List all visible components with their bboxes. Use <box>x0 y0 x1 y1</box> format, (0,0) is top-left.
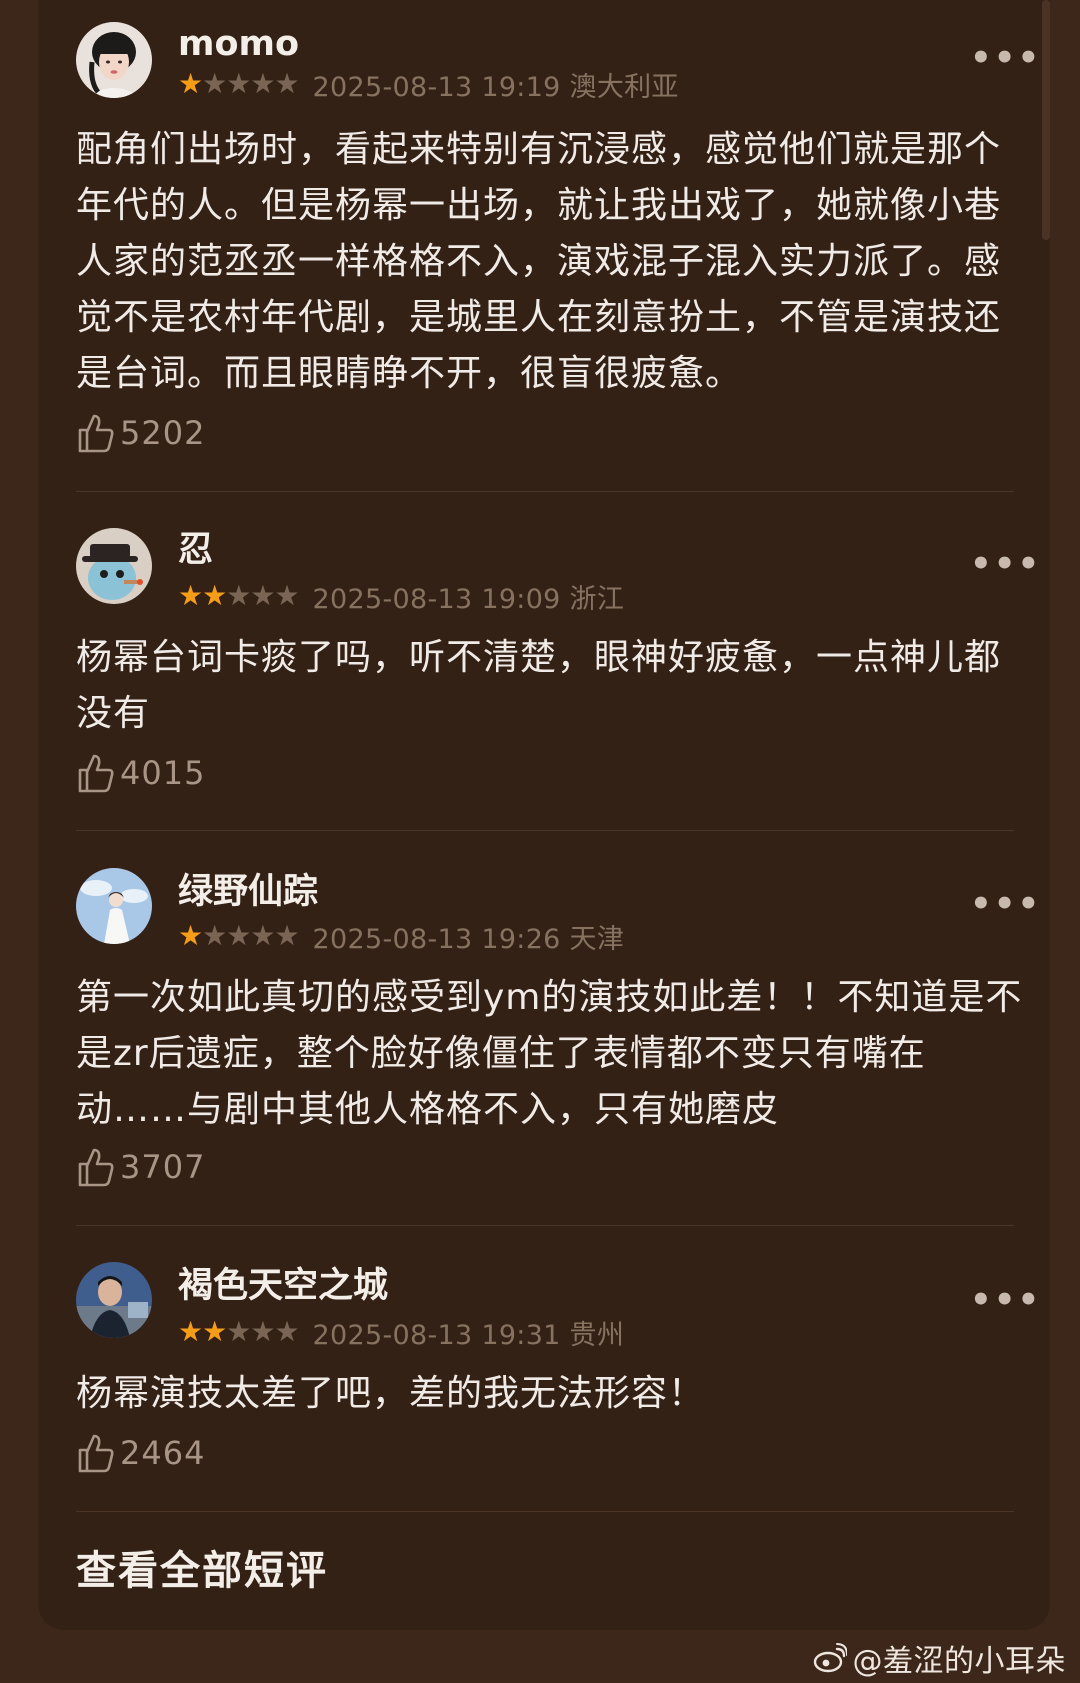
star-filled-icon: ★ <box>178 1315 204 1348</box>
thumbs-up-icon <box>76 1146 120 1188</box>
divider <box>76 491 1014 492</box>
divider <box>76 1511 1014 1512</box>
short-review-panel: momo ★ ★ ★ ★ ★ 2025-08-13 19:19 澳大利亚 ••• 配角们… <box>38 0 1050 1630</box>
star-filled-icon: ★ <box>202 1315 228 1348</box>
scrollbar[interactable] <box>1042 0 1050 240</box>
avatar-photo-woman <box>76 22 152 98</box>
star-filled-icon: ★ <box>178 919 204 952</box>
more-dots-icon[interactable]: ••• <box>970 887 1041 921</box>
comment-meta: ★ ★ ★ ★ ★ 2025-08-13 19:09 浙江 <box>178 579 624 615</box>
comment-meta: ★ ★ ★ ★ ★ 2025-08-13 19:26 天津 <box>178 919 624 955</box>
username[interactable]: 绿野仙踪 <box>178 872 318 912</box>
star-empty-icon: ★ <box>202 67 228 100</box>
like-button[interactable]: 4015 <box>76 750 205 796</box>
star-empty-icon: ★ <box>274 919 300 952</box>
date-location: 2025-08-13 19:09 浙江 <box>312 583 625 615</box>
like-button[interactable]: 5202 <box>76 410 205 456</box>
like-button[interactable]: 2464 <box>76 1430 205 1476</box>
rating-stars: ★ ★ ★ ★ ★ <box>178 579 300 612</box>
date-location: 2025-08-13 19:26 天津 <box>312 923 625 955</box>
comment-text: 配角们出场时，看起来特别有沉浸感，感觉他们就是那个年代的人。但是杨幂一出场，就让… <box>76 129 1002 394</box>
likes-count: 4015 <box>120 754 206 792</box>
divider <box>76 1225 1014 1226</box>
more-dots-icon[interactable]: ••• <box>970 547 1041 581</box>
watermark-text: @羞涩的小耳朵 <box>852 1644 1066 1679</box>
avatar[interactable] <box>76 868 152 944</box>
comment-text: 杨幂演技太差了吧，差的我无法形容！ <box>76 1373 706 1414</box>
comment-meta: ★ ★ ★ ★ ★ 2025-08-13 19:19 澳大利亚 <box>178 67 679 103</box>
date-location: 2025-08-13 19:19 澳大利亚 <box>312 71 679 103</box>
rating-stars: ★ ★ ★ ★ ★ <box>178 67 300 100</box>
thumbs-up-icon <box>76 1432 120 1474</box>
username[interactable]: 褐色天空之城 <box>178 1266 388 1306</box>
comment-text: 第一次如此真切的感受到ym的演技如此差！！不知道是不是zr后遗症，整个脸好像僵住… <box>76 977 1023 1130</box>
like-button[interactable]: 3707 <box>76 1144 205 1190</box>
star-filled-icon: ★ <box>178 579 204 612</box>
likes-count: 2464 <box>120 1434 206 1472</box>
avatar-man-portrait <box>76 1262 152 1338</box>
weibo-logo-icon <box>813 1643 853 1673</box>
star-empty-icon: ★ <box>274 579 300 612</box>
thumbs-up-icon <box>76 752 120 794</box>
divider <box>76 830 1014 831</box>
rating-stars: ★ ★ ★ ★ ★ <box>178 919 300 952</box>
rating-stars: ★ ★ ★ ★ ★ <box>178 1315 300 1348</box>
star-empty-icon: ★ <box>226 67 252 100</box>
star-empty-icon: ★ <box>250 579 276 612</box>
star-filled-icon: ★ <box>202 579 228 612</box>
avatar[interactable] <box>76 528 152 604</box>
username[interactable]: momo <box>178 24 299 64</box>
username[interactable]: 忍 <box>178 530 213 570</box>
star-empty-icon: ★ <box>250 1315 276 1348</box>
star-empty-icon: ★ <box>274 1315 300 1348</box>
comment-meta: ★ ★ ★ ★ ★ 2025-08-13 19:31 贵州 <box>178 1315 624 1351</box>
more-dots-icon[interactable]: ••• <box>970 1283 1041 1317</box>
avatar-sky-figure <box>76 868 152 944</box>
date-location: 2025-08-13 19:31 贵州 <box>312 1319 625 1351</box>
star-empty-icon: ★ <box>250 919 276 952</box>
likes-count: 3707 <box>120 1148 206 1186</box>
star-empty-icon: ★ <box>202 919 228 952</box>
view-all-reviews-link[interactable]: 查看全部短评 <box>76 1544 328 1598</box>
star-empty-icon: ★ <box>226 1315 252 1348</box>
star-empty-icon: ★ <box>226 919 252 952</box>
avatar[interactable] <box>76 22 152 98</box>
thumbs-up-icon <box>76 412 120 454</box>
star-filled-icon: ★ <box>178 67 204 100</box>
star-empty-icon: ★ <box>250 67 276 100</box>
star-empty-icon: ★ <box>226 579 252 612</box>
likes-count: 5202 <box>120 414 206 452</box>
watermark: @羞涩的小耳朵 <box>813 1636 1067 1680</box>
more-dots-icon[interactable]: ••• <box>970 41 1041 75</box>
comment-text: 杨幂台词卡痰了吗，听不清楚，眼神好疲惫，一点神儿都没有 <box>76 637 1002 734</box>
avatar[interactable] <box>76 1262 152 1338</box>
star-empty-icon: ★ <box>274 67 300 100</box>
avatar-cartoon-hat <box>76 528 152 604</box>
